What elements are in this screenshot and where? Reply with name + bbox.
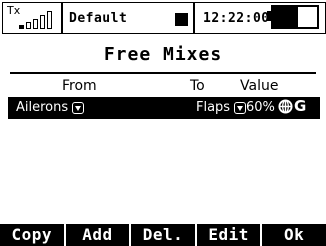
mix-row-selected[interactable]: Ailerons Flaps 60% G xyxy=(8,97,320,119)
dropdown-arrow-icon xyxy=(72,101,85,114)
page-title: Free Mixes xyxy=(103,44,223,65)
mix-value-label: 60% xyxy=(246,100,275,115)
column-header-from: From xyxy=(62,78,97,94)
model-name: Default xyxy=(69,11,128,26)
edit-button[interactable]: Edit xyxy=(194,224,261,246)
battery-indicator: 57% xyxy=(267,2,325,34)
softkey-bar: Copy Add Del. Edit Ok xyxy=(0,224,326,246)
mix-scope-cell[interactable]: G xyxy=(278,99,306,114)
column-header-to: To xyxy=(190,78,205,94)
signal-bars-icon xyxy=(19,11,52,29)
record-square-icon xyxy=(175,13,188,26)
screen: Tx Default 12:22:00 57% Free Mixes From … xyxy=(0,0,326,246)
mix-source-cell[interactable]: Ailerons xyxy=(16,100,85,115)
add-button[interactable]: Add xyxy=(63,224,130,246)
delete-button[interactable]: Del. xyxy=(129,224,195,246)
battery-percent: 57% xyxy=(284,10,306,24)
clock: 12:22:00 xyxy=(203,11,270,26)
status-bar: Tx Default 12:22:00 57% xyxy=(0,0,326,36)
mix-scope-label: G xyxy=(294,97,307,115)
mix-source-label: Ailerons xyxy=(16,100,69,115)
mix-target-label: Flaps xyxy=(196,100,231,115)
model-name-box[interactable]: Default xyxy=(62,2,194,34)
mix-target-cell[interactable]: Flaps xyxy=(196,100,247,115)
dropdown-arrow-icon xyxy=(234,101,247,114)
copy-button[interactable]: Copy xyxy=(0,224,64,246)
battery-icon: 57% xyxy=(271,5,319,29)
globe-icon xyxy=(278,99,293,114)
column-header-value: Value xyxy=(240,78,279,94)
mix-value-cell[interactable]: 60% xyxy=(246,100,275,115)
tx-signal-indicator: Tx xyxy=(2,2,62,34)
title-divider xyxy=(10,72,316,74)
ok-button[interactable]: Ok xyxy=(260,224,326,246)
